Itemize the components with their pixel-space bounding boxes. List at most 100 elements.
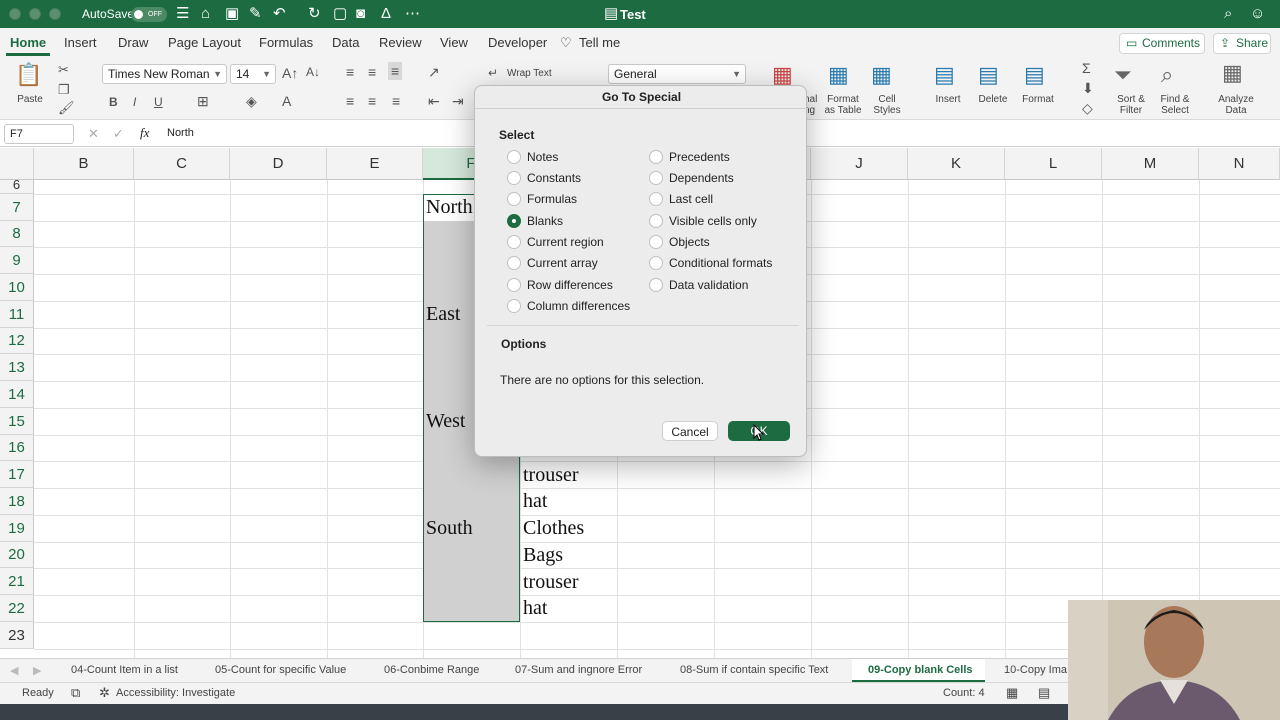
column-header[interactable]: D <box>230 148 327 180</box>
radio-visible-cells-only[interactable]: Visible cells only <box>647 214 757 228</box>
row-header[interactable]: 16 <box>0 435 34 461</box>
tell-me-search[interactable]: Tell me <box>579 35 620 50</box>
cell-styles-label[interactable]: Cell Styles <box>870 94 904 116</box>
cell-g21[interactable]: trouser <box>520 571 579 594</box>
row-header[interactable]: 17 <box>0 461 34 488</box>
sheet-tab[interactable]: 04-Count Item in a list <box>71 664 178 676</box>
tab-page-layout[interactable]: Page Layout <box>168 35 241 50</box>
font-color-icon[interactable]: A <box>282 93 291 109</box>
save-icon[interactable]: ▣ <box>225 6 239 22</box>
home-icon[interactable]: ⌂ <box>201 6 210 22</box>
select-all-corner[interactable] <box>0 148 34 180</box>
row-header[interactable]: 18 <box>0 488 34 515</box>
orientation-icon[interactable]: ↗ <box>428 64 440 81</box>
sheet-tab[interactable]: 07-Sum and ingnore Error <box>515 664 642 676</box>
column-header[interactable]: N <box>1199 148 1280 180</box>
format-painter-icon[interactable]: 🖌 <box>58 100 75 116</box>
share-button[interactable]: ⇪ Share <box>1213 33 1271 54</box>
underline-button[interactable]: U <box>154 95 163 109</box>
clear-icon[interactable]: ◇ <box>1082 100 1093 117</box>
number-format-select[interactable]: General ▼ <box>608 64 746 84</box>
italic-button[interactable]: I <box>133 95 136 109</box>
sheet-tab[interactable]: 08-Sum if contain specific Text <box>680 664 828 676</box>
radio-formulas[interactable]: Formulas <box>505 192 577 206</box>
wrap-text-icon[interactable]: ↵ <box>488 66 498 80</box>
increase-indent-icon[interactable]: ⇥ <box>452 93 464 110</box>
tab-insert[interactable]: Insert <box>64 35 97 50</box>
edit-icon[interactable]: ✎ <box>249 6 262 22</box>
radio-precedents[interactable]: Precedents <box>647 150 730 164</box>
cancel-button[interactable]: Cancel <box>662 421 718 441</box>
tab-developer[interactable]: Developer <box>488 35 547 50</box>
fill-icon[interactable]: ⬇ <box>1082 80 1094 97</box>
redo-icon[interactable]: ↻ <box>308 6 321 22</box>
wrap-text-button[interactable]: Wrap Text <box>507 68 552 79</box>
undo-icon[interactable]: ↶ <box>273 6 286 22</box>
autosum-icon[interactable]: Σ <box>1082 60 1091 76</box>
cut-icon[interactable]: ✂ <box>58 62 69 78</box>
fill-color-icon[interactable]: ◈ <box>246 93 257 110</box>
row-header[interactable]: 12 <box>0 328 34 354</box>
align-middle-icon[interactable]: ≡ <box>368 64 376 80</box>
cell-styles-icon[interactable]: ▦ <box>871 62 892 88</box>
row-header[interactable]: 6 <box>0 178 34 194</box>
new-document-icon[interactable]: ▢ <box>333 6 347 22</box>
tab-data[interactable]: Data <box>332 35 359 50</box>
column-header[interactable]: K <box>908 148 1005 180</box>
column-header[interactable]: L <box>1005 148 1102 180</box>
align-top-icon[interactable]: ≡ <box>346 64 354 80</box>
sort-filter-icon[interactable]: ⏷ <box>1114 62 1132 88</box>
decrease-indent-icon[interactable]: ⇤ <box>428 93 440 110</box>
column-header[interactable]: M <box>1102 148 1199 180</box>
formula-input[interactable]: North <box>167 127 194 139</box>
page-layout-view-icon[interactable]: ▤ <box>1038 685 1050 701</box>
font-name-select[interactable]: Times New Roman ▼ <box>102 64 227 84</box>
radio-notes[interactable]: Notes <box>505 150 558 164</box>
insert-cells-icon[interactable]: ▤ <box>934 62 955 88</box>
radio-dependents[interactable]: Dependents <box>647 171 734 185</box>
align-center-icon[interactable]: ≡ <box>368 93 376 109</box>
smiley-icon[interactable]: ☺ <box>1250 6 1265 22</box>
scroll-right-icon[interactable]: ▶ <box>33 664 41 677</box>
function-icon[interactable]: fx <box>140 125 149 141</box>
format-cells-icon[interactable]: ▤ <box>1024 62 1045 88</box>
minimize-window-icon[interactable] <box>29 8 41 20</box>
row-header[interactable]: 14 <box>0 381 34 408</box>
analyze-data-label[interactable]: Analyze Data <box>1214 94 1258 116</box>
row-header[interactable]: 23 <box>0 622 34 649</box>
search-icon[interactable]: ⌕ <box>1224 6 1232 22</box>
cancel-entry-icon[interactable]: ✕ <box>88 126 99 142</box>
more-icon[interactable]: ⋯ <box>405 6 420 22</box>
radio-current-region[interactable]: Current region <box>505 235 604 249</box>
insert-cells-label[interactable]: Insert <box>930 94 966 105</box>
text-effect-icon[interactable]: Δ <box>381 6 391 22</box>
tab-formulas[interactable]: Formulas <box>259 35 313 50</box>
accessibility-status[interactable]: Accessibility: Investigate <box>116 687 235 699</box>
autosave-toggle[interactable]: OFF <box>131 7 167 22</box>
format-as-table-icon[interactable]: ▦ <box>828 62 849 88</box>
paste-icon[interactable]: 📋 <box>15 62 42 88</box>
format-as-table-label[interactable]: Format as Table <box>822 94 864 116</box>
sheet-tab-active[interactable]: 09-Copy blank Cells <box>868 664 973 676</box>
align-left-icon[interactable]: ≡ <box>346 93 354 109</box>
radio-data-validation[interactable]: Data validation <box>647 278 748 292</box>
row-header[interactable]: 13 <box>0 354 34 381</box>
camera-icon[interactable]: ◙ <box>356 6 365 22</box>
radio-last-cell[interactable]: Last cell <box>647 192 713 206</box>
name-box[interactable]: F7 <box>4 124 74 144</box>
find-select-label[interactable]: Find & Select <box>1156 94 1194 116</box>
column-header[interactable]: E <box>327 148 423 180</box>
row-header[interactable]: 7 <box>0 194 34 221</box>
scroll-left-icon[interactable]: ◀ <box>10 664 18 677</box>
column-header[interactable]: B <box>34 148 134 180</box>
radio-row-differences[interactable]: Row differences <box>505 278 613 292</box>
find-select-icon[interactable]: ⌕ <box>1161 62 1173 88</box>
sheet-tab[interactable]: 10-Copy Ima <box>1004 664 1067 676</box>
list-icon[interactable]: ☰ <box>176 6 189 22</box>
sort-filter-label[interactable]: Sort & Filter <box>1111 94 1151 116</box>
column-header[interactable]: C <box>134 148 230 180</box>
cell-g22[interactable]: hat <box>520 597 547 620</box>
cell-g19[interactable]: Clothes <box>520 517 584 540</box>
font-size-select[interactable]: 14 ▼ <box>230 64 276 84</box>
confirm-entry-icon[interactable]: ✓ <box>113 126 124 142</box>
